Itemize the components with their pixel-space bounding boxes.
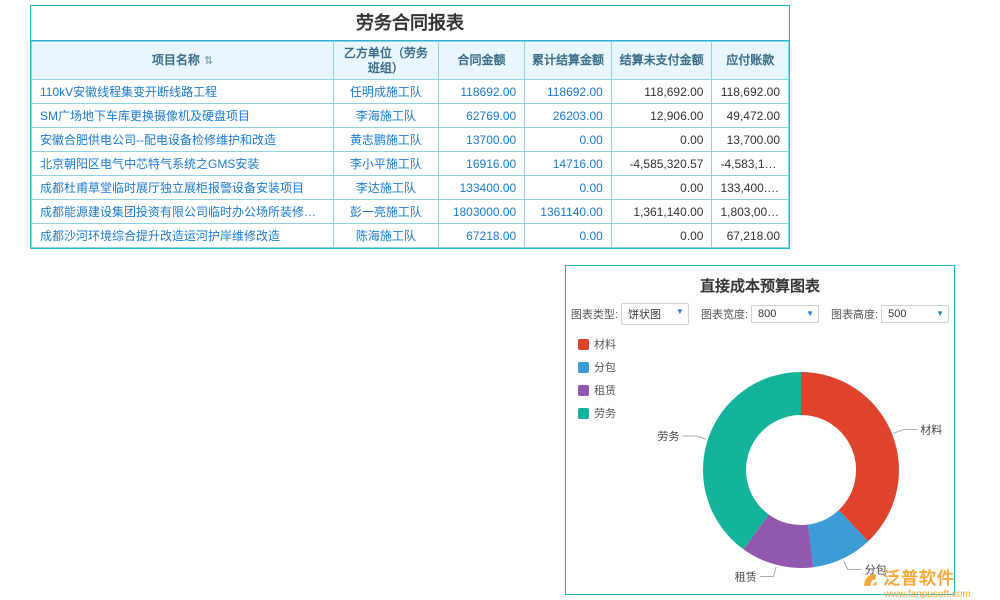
contract-amount: 1803000.00	[438, 200, 525, 224]
payable-amount: 49,472.00	[712, 104, 789, 128]
unpaid-amount: 1,361,140.00	[611, 200, 712, 224]
chart-type-control: 图表类型: 饼状图 ▼	[571, 303, 689, 325]
team-link[interactable]: 任明成施工队	[333, 80, 438, 104]
col-header-team[interactable]: 乙方单位（劳务班组）	[333, 42, 438, 80]
table-row: 北京朝阳区电气中芯特气系统之GMS安装 李小平施工队 16916.00 1471…	[32, 152, 789, 176]
chart-width-label: 图表宽度:	[701, 306, 748, 322]
chart-title: 直接成本预算图表	[566, 266, 954, 303]
chart-type-select[interactable]: 饼状图 ▼	[621, 303, 689, 325]
slice-label: 材料	[920, 423, 942, 437]
contract-amount: 13700.00	[438, 128, 525, 152]
unpaid-amount: 12,906.00	[611, 104, 712, 128]
fanpu-logo-icon	[862, 571, 879, 588]
col-header-project[interactable]: 项目名称 ⇅	[32, 42, 334, 80]
settled-amount: 0.00	[525, 128, 612, 152]
contract-amount: 16916.00	[438, 152, 525, 176]
table-row: 成都杜甫草堂临时展厅独立展柜报警设备安装项目 李达施工队 133400.00 0…	[32, 176, 789, 200]
team-link[interactable]: 李小平施工队	[333, 152, 438, 176]
unpaid-amount: 0.00	[611, 176, 712, 200]
payable-amount: 118,692.00	[712, 80, 789, 104]
team-link[interactable]: 黄志鹏施工队	[333, 128, 438, 152]
watermark-name: 泛普软件	[883, 570, 955, 589]
watermark: 泛普软件 www.fanpusoft.com	[862, 570, 971, 600]
labor-contract-report-panel: 劳务合同报表 项目名称 ⇅ 乙方单位（劳务班组） 合同金额 累计结算金额 结算未支…	[30, 5, 790, 249]
report-title: 劳务合同报表	[31, 6, 789, 41]
sort-icon[interactable]: ⇅	[204, 55, 213, 67]
project-link[interactable]: 成都杜甫草堂临时展厅独立展柜报警设备安装项目	[32, 176, 334, 200]
col-header-payable[interactable]: 应付账款	[712, 42, 789, 80]
project-link[interactable]: SM广场地下车库更换摄像机及硬盘项目	[32, 104, 334, 128]
team-link[interactable]: 李达施工队	[333, 176, 438, 200]
chevron-down-icon: ▼	[676, 307, 684, 316]
settled-amount: 0.00	[525, 224, 612, 248]
chart-width-control: 图表宽度: 800 ▼	[701, 305, 819, 323]
table-row: 成都沙河环境综合提升改造运河护岸维修改造 陈海施工队 67218.00 0.00…	[32, 224, 789, 248]
project-link[interactable]: 北京朝阳区电气中芯特气系统之GMS安装	[32, 152, 334, 176]
chevron-down-icon: ▼	[936, 309, 944, 318]
unpaid-amount: -4,585,320.57	[611, 152, 712, 176]
chart-height-select[interactable]: 500 ▼	[881, 305, 949, 323]
settled-amount: 0.00	[525, 176, 612, 200]
contract-amount: 133400.00	[438, 176, 525, 200]
team-link[interactable]: 陈海施工队	[333, 224, 438, 248]
team-link[interactable]: 彭一亮施工队	[333, 200, 438, 224]
donut-slice-材料[interactable]	[801, 372, 899, 541]
table-row: 110kV安徽线程集变开断线路工程 任明成施工队 118692.00 11869…	[32, 80, 789, 104]
project-link[interactable]: 安徽合肥供电公司--配电设备检修维护和改造	[32, 128, 334, 152]
unpaid-amount: 0.00	[611, 128, 712, 152]
col-header-project-label: 项目名称	[152, 53, 200, 67]
slice-label: 劳务	[657, 430, 679, 443]
slice-label-line	[844, 561, 862, 570]
unpaid-amount: 118,692.00	[611, 80, 712, 104]
project-link[interactable]: 110kV安徽线程集变开断线路工程	[32, 80, 334, 104]
table-row: 安徽合肥供电公司--配电设备检修维护和改造 黄志鹏施工队 13700.00 0.…	[32, 128, 789, 152]
watermark-url: www.fanpusoft.com	[884, 589, 971, 600]
table-row: SM广场地下车库更换摄像机及硬盘项目 李海施工队 62769.00 26203.…	[32, 104, 789, 128]
slice-label: 租赁	[735, 570, 757, 584]
contract-amount: 118692.00	[438, 80, 525, 104]
unpaid-amount: 0.00	[611, 224, 712, 248]
slice-label-line	[894, 430, 917, 434]
col-header-settled-amount[interactable]: 累计结算金额	[525, 42, 612, 80]
chart-width-value: 800	[758, 308, 776, 320]
settled-amount: 26203.00	[525, 104, 612, 128]
contract-amount: 62769.00	[438, 104, 525, 128]
payable-amount: 13,700.00	[712, 128, 789, 152]
project-link[interactable]: 成都沙河环境综合提升改造运河护岸维修改造	[32, 224, 334, 248]
payable-amount: 1,803,000.00	[712, 200, 789, 224]
chart-type-label: 图表类型:	[571, 306, 618, 322]
chart-type-value: 饼状图	[628, 309, 661, 321]
chart-height-value: 500	[888, 308, 906, 320]
chevron-down-icon: ▼	[806, 309, 814, 318]
donut-slice-劳务[interactable]	[703, 372, 801, 549]
table-row: 成都能源建设集团投资有限公司临时办公场所装修改造工程EPC 彭一亮施工队 180…	[32, 200, 789, 224]
col-header-contract-amount[interactable]: 合同金额	[438, 42, 525, 80]
settled-amount: 1361140.00	[525, 200, 612, 224]
chart-height-control: 图表高度: 500 ▼	[831, 305, 949, 323]
payable-amount: -4,583,120.57	[712, 152, 789, 176]
donut-chart: 材料分包租赁劳务	[566, 330, 956, 592]
col-header-unpaid-amount[interactable]: 结算未支付金额	[611, 42, 712, 80]
slice-label-line	[682, 436, 706, 439]
team-link[interactable]: 李海施工队	[333, 104, 438, 128]
report-table: 项目名称 ⇅ 乙方单位（劳务班组） 合同金额 累计结算金额 结算未支付金额 应付账…	[31, 41, 789, 248]
project-link[interactable]: 成都能源建设集团投资有限公司临时办公场所装修改造工程EPC	[32, 200, 334, 224]
settled-amount: 118692.00	[525, 80, 612, 104]
chart-height-label: 图表高度:	[831, 306, 878, 322]
payable-amount: 67,218.00	[712, 224, 789, 248]
cost-budget-chart-panel: 直接成本预算图表 图表类型: 饼状图 ▼ 图表宽度: 800 ▼ 图表高度: 5…	[565, 265, 955, 595]
contract-amount: 67218.00	[438, 224, 525, 248]
chart-controls: 图表类型: 饼状图 ▼ 图表宽度: 800 ▼ 图表高度: 500 ▼	[566, 303, 954, 325]
settled-amount: 14716.00	[525, 152, 612, 176]
table-header-row: 项目名称 ⇅ 乙方单位（劳务班组） 合同金额 累计结算金额 结算未支付金额 应付账…	[32, 42, 789, 80]
slice-label-line	[760, 567, 777, 577]
chart-width-select[interactable]: 800 ▼	[751, 305, 819, 323]
payable-amount: 133,400.00	[712, 176, 789, 200]
